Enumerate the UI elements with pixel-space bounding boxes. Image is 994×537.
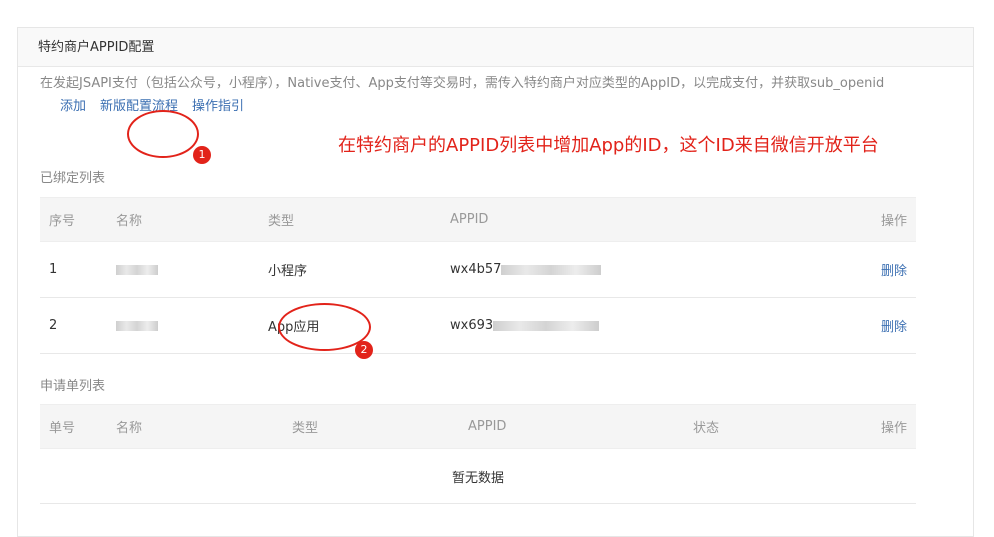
annotation-badge-2: 2 [355,341,373,359]
redaction-mask [493,320,600,331]
col-header-type: 类型 [292,404,468,449]
col-header-status: 状态 [693,404,830,449]
row-action: 删除 [830,297,916,354]
application-list-table: 单号 名称 类型 APPID 状态 操作 暂无数据 [40,404,916,504]
panel-title: 特约商户APPID配置 [18,28,973,67]
row-index: 1 [40,241,116,298]
appid-prefix: wx4b57 [450,262,502,277]
row-appid: wx693 [450,297,830,354]
col-header-action: 操作 [830,197,916,242]
redaction-mask [116,264,158,275]
redaction-mask [116,320,158,331]
operation-guide-link[interactable]: 操作指引 [192,99,244,114]
row-appid: wx4b57 [450,241,830,298]
annotation-text: 在特约商户的APPID列表中增加App的ID，这个ID来自微信开放平台 [338,135,879,156]
col-header-appid: APPID [450,197,830,242]
row-name-masked [116,241,268,298]
table-header-row: 单号 名称 类型 APPID 状态 操作 [40,404,916,449]
table-header-row: 序号 名称 类型 APPID 操作 [40,197,916,242]
application-list-label: 申请单列表 [40,379,106,394]
bound-list-table: 序号 名称 类型 APPID 操作 1 小程序 wx4b57 删除 2 App应… [40,197,916,354]
row-name-masked [116,297,268,354]
col-header-appid: APPID [468,404,693,449]
delete-button[interactable]: 删除 [881,264,907,279]
description-text: 在发起JSAPI支付（包括公众号，小程序），Native支付、App支付等交易时… [40,76,885,91]
redaction-mask [501,264,602,275]
add-link[interactable]: 添加 [60,99,86,114]
annotation-circle-add [127,110,199,158]
bound-list-label: 已绑定列表 [40,171,106,186]
row-index: 2 [40,297,116,354]
table-row: 2 App应用 wx693 删除 [40,297,916,354]
col-header-type: 类型 [268,197,450,242]
col-header-name: 名称 [116,404,292,449]
col-header-order-no: 单号 [40,404,116,449]
row-type: 小程序 [268,241,450,298]
empty-row: 暂无数据 [40,448,916,504]
row-action: 删除 [830,241,916,298]
appid-prefix: wx693 [450,318,494,333]
table-row: 1 小程序 wx4b57 删除 [40,241,916,298]
delete-button[interactable]: 删除 [881,320,907,335]
annotation-badge-1: 1 [193,146,211,164]
col-header-action: 操作 [830,404,916,449]
col-header-index: 序号 [40,197,116,242]
col-header-name: 名称 [116,197,268,242]
empty-state-text: 暂无数据 [40,448,916,504]
